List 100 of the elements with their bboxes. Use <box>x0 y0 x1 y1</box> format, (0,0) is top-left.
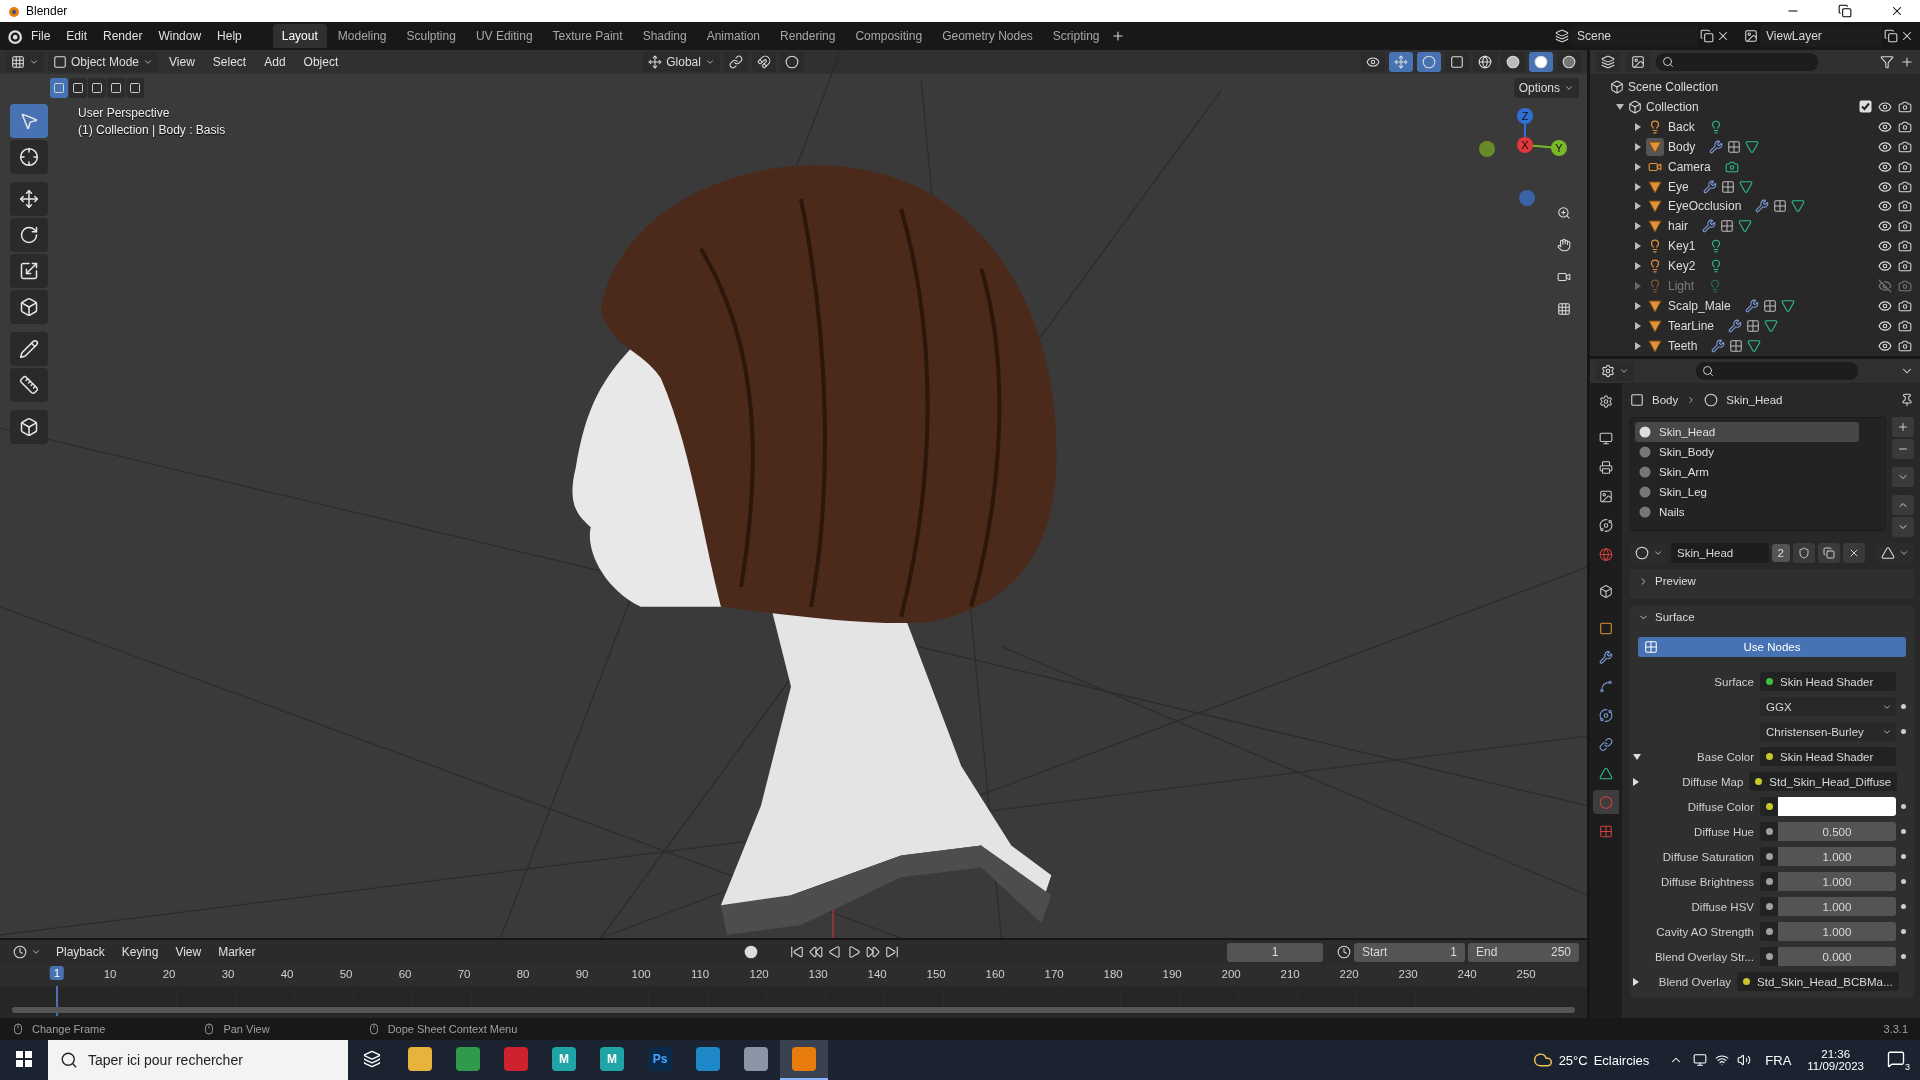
tree-item[interactable]: Camera <box>1668 159 1711 174</box>
workspace-tab[interactable]: UV Editing <box>466 24 542 48</box>
tree-item[interactable]: Teeth <box>1668 338 1698 353</box>
menu-item[interactable]: Playback <box>49 942 112 962</box>
number-field[interactable]: 1.000 <box>1778 872 1896 891</box>
material-slot[interactable]: Skin_Body <box>1635 442 1859 462</box>
menu-item[interactable]: Keying <box>114 942 166 962</box>
field-label: Diffuse Hue <box>1693 825 1754 838</box>
shader-link-field[interactable]: Skin Head Shader <box>1760 672 1896 691</box>
menu-item[interactable]: Window <box>151 26 209 46</box>
workspace-tab[interactable]: Geometry Nodes <box>933 24 1042 48</box>
frame-number: 10 <box>103 968 117 980</box>
scene-field[interactable]: Scene <box>1571 25 1698 47</box>
current-frame-field[interactable]: 1 <box>1227 942 1323 962</box>
view-layer-field[interactable]: ViewLayer <box>1760 25 1882 47</box>
menu-item[interactable]: Select <box>205 52 254 72</box>
material-slot[interactable]: Nails <box>1635 502 1859 522</box>
frame-number: 40 <box>280 968 294 980</box>
workspace-tab[interactable]: Animation <box>697 24 770 48</box>
shader-link-field[interactable]: Std_Skin_Head_BCBMa... <box>1737 972 1899 991</box>
tree-item[interactable]: Light <box>1668 279 1695 294</box>
playhead-marker[interactable]: 1 <box>49 966 65 980</box>
workspace-tab[interactable]: Sculpting <box>397 24 465 48</box>
tree-item[interactable]: EyeOcclusion <box>1668 199 1742 214</box>
workspace-tab[interactable]: Rendering <box>771 24 845 48</box>
dropdown[interactable]: GGX <box>1760 697 1896 716</box>
number-field[interactable]: 0.000 <box>1778 947 1896 966</box>
material-name-field[interactable]: Skin_Head <box>1671 543 1769 563</box>
tree-item[interactable]: Collection <box>1646 99 1699 114</box>
tree-item[interactable]: Scalp_Male <box>1668 299 1731 314</box>
tree-item[interactable]: Key1 <box>1668 239 1696 254</box>
frame-number: 170 <box>1044 968 1064 980</box>
material-slot[interactable]: Skin_Head <box>1635 422 1859 442</box>
tree-item[interactable]: Scene Collection <box>1628 79 1719 94</box>
language-indicator[interactable]: FRA <box>1765 1052 1792 1068</box>
status-hint: Pan View <box>223 1023 270 1035</box>
menu-item[interactable]: Edit <box>59 26 95 46</box>
menu-item[interactable]: Marker <box>211 942 263 962</box>
axis-handle[interactable]: X <box>1517 137 1533 153</box>
start-frame-field[interactable]: Start 1 <box>1354 942 1465 962</box>
clock-date: 11/09/2023 <box>1807 1060 1864 1072</box>
workspace-tab[interactable]: Shading <box>633 24 696 48</box>
version-text: 3.3.1 <box>1883 1023 1908 1035</box>
breadcrumb-item: Skin_Head <box>1726 394 1783 406</box>
axis-handle[interactable]: Y <box>1551 140 1567 156</box>
menu-item[interactable]: View <box>162 52 202 72</box>
workspace-tab[interactable]: Compositing <box>846 24 932 48</box>
number-field[interactable]: 1.000 <box>1778 897 1896 916</box>
orientation-dropdown[interactable]: Global <box>643 52 720 72</box>
field-label: Diffuse Color <box>1686 800 1754 813</box>
tree-item[interactable]: Eye <box>1668 179 1689 194</box>
dropdown[interactable]: Christensen-Burley <box>1760 722 1896 741</box>
number-field[interactable]: 1.000 <box>1778 847 1896 866</box>
menu-item[interactable]: View <box>168 942 209 962</box>
field-label: Diffuse HSV <box>1690 900 1754 913</box>
menu-item[interactable]: Help <box>210 26 249 46</box>
tree-item[interactable]: TearLine <box>1668 319 1715 333</box>
frame-number: 160 <box>985 968 1005 980</box>
taskbar-search-field[interactable]: Taper ici pour rechercher <box>48 1040 348 1080</box>
app-logo: Ps <box>648 1047 672 1071</box>
taskbar-app-button[interactable]: Ps <box>636 1040 684 1080</box>
frame-number: 220 <box>1339 968 1359 980</box>
frame-number: 230 <box>1398 968 1418 980</box>
options-dropdown[interactable]: Options <box>1513 78 1579 98</box>
use-nodes-button[interactable]: Use Nodes <box>1638 637 1906 657</box>
number-field[interactable]: 1.000 <box>1778 922 1896 941</box>
frame-number: 140 <box>867 968 887 980</box>
end-frame-field[interactable]: End 250 <box>1468 942 1579 962</box>
menu-item[interactable]: Object <box>296 52 346 72</box>
number-field[interactable]: 0.500 <box>1778 822 1896 841</box>
tree-item[interactable]: hair <box>1668 219 1688 234</box>
frame-number: 30 <box>221 968 235 980</box>
tree-item[interactable]: Key2 <box>1668 259 1696 274</box>
shader-link-field[interactable]: Std_Skin_Head_Diffuse <box>1749 772 1898 791</box>
menu-item[interactable]: File <box>24 26 58 46</box>
workspace-tab[interactable]: Modeling <box>328 24 396 48</box>
workspace-tab[interactable]: Texture Paint <box>543 24 632 48</box>
tree-item[interactable]: Body <box>1668 139 1696 154</box>
app-logo: M <box>552 1047 576 1071</box>
menu-item[interactable]: Add <box>257 52 293 72</box>
user-count[interactable]: 2 <box>1771 544 1790 562</box>
field-label: Blend Overlay <box>1657 975 1732 988</box>
notifications-button[interactable]: 3 <box>1872 1040 1920 1080</box>
frame-number: 60 <box>398 968 412 980</box>
shader-link-field[interactable]: Skin Head Shader <box>1760 747 1896 766</box>
weather-text: Eclaircies <box>1593 1052 1650 1068</box>
workspace-tab[interactable]: Layout <box>272 24 327 48</box>
menu-item[interactable]: Render <box>96 26 150 46</box>
material-slot[interactable]: Skin_Arm <box>1635 462 1859 482</box>
workspace-tab[interactable]: Scripting <box>1043 24 1109 48</box>
frame-number: 70 <box>457 968 471 980</box>
frame-number: 110 <box>690 968 710 980</box>
temperature-text: 25°C <box>1558 1052 1588 1068</box>
frame-number: 130 <box>808 968 828 980</box>
tree-item[interactable]: Back <box>1668 119 1695 134</box>
axis-handle[interactable]: Z <box>1517 108 1533 124</box>
mode-dropdown[interactable]: Object Mode <box>48 52 159 72</box>
material-slot[interactable]: Skin_Leg <box>1635 482 1859 502</box>
frame-number: 180 <box>1103 968 1123 980</box>
field-label: Diffuse Map <box>1681 775 1744 788</box>
